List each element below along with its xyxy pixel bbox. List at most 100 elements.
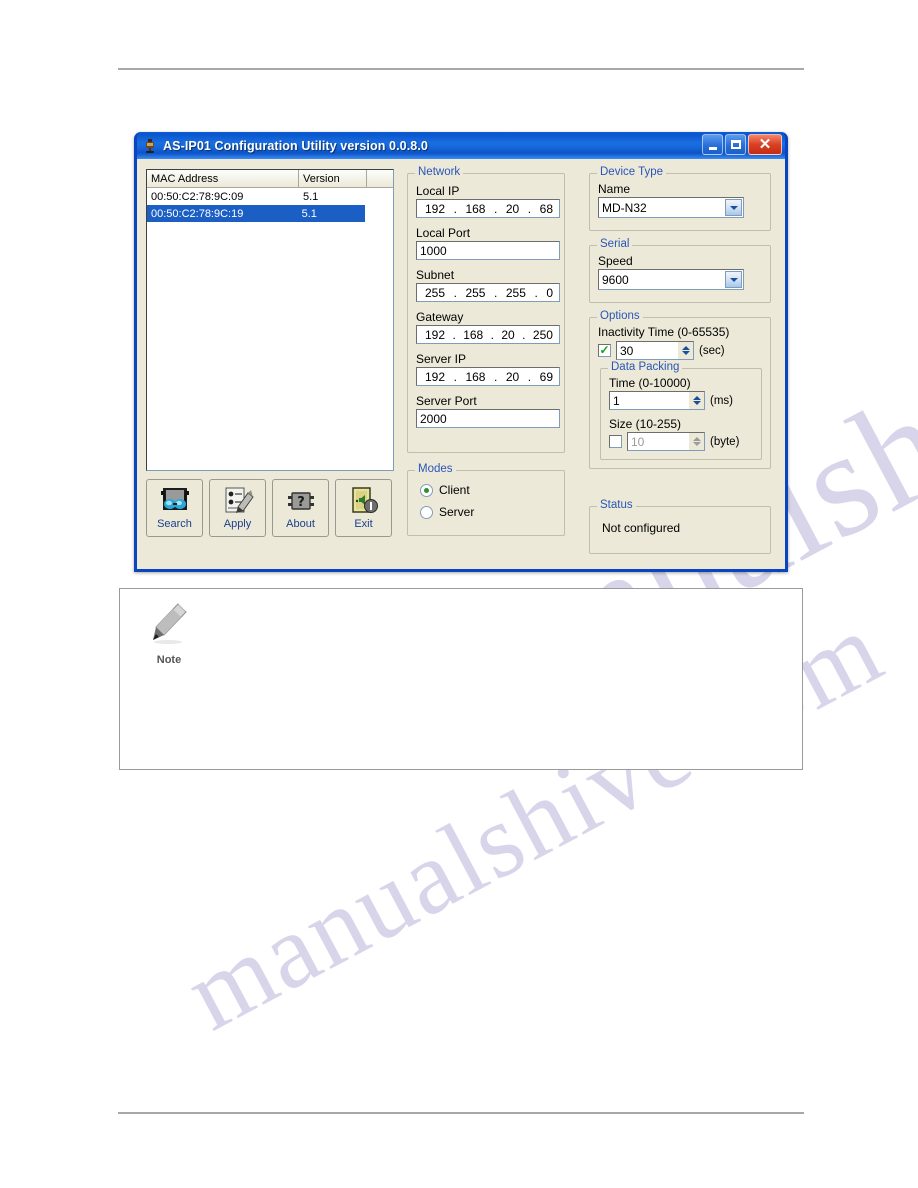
cell-mac: 00:50:C2:78:9C:09 [151, 190, 244, 203]
note-icon-wrap: Note [138, 601, 200, 666]
ip-separator: . [453, 201, 457, 216]
subnet-octet-1: 255 [425, 285, 446, 300]
local-port-label: Local Port [416, 226, 471, 240]
window-titlebar[interactable]: AS-IP01 Configuration Utility version 0.… [137, 132, 785, 159]
minimize-icon [708, 146, 717, 150]
subnet-input[interactable]: 255 . 255 . 255 . 0 [416, 283, 560, 302]
arrow-down-glyph [729, 277, 738, 282]
mode-client-option[interactable]: Client [420, 483, 474, 497]
device-list[interactable]: MAC Address Version 00:50:C2:78:9C:09 5.… [146, 169, 394, 471]
column-header-mac[interactable]: MAC Address [147, 170, 299, 187]
device-name-select[interactable]: MD-N32 [598, 197, 744, 218]
subnet-octet-4: 0 [546, 285, 553, 300]
ip-separator: . [494, 285, 498, 300]
gateway-octet-4: 250 [532, 327, 553, 342]
device-type-group: Device Type Name MD-N32 [589, 166, 771, 231]
modes-group: Modes Client Server [407, 463, 565, 536]
spinner-arrows[interactable] [689, 433, 704, 450]
gateway-label: Gateway [416, 310, 464, 324]
table-row[interactable]: 00:50:C2:78:9C:09 5.1 [147, 188, 393, 205]
page-header-rule [118, 68, 804, 70]
gateway-octet-2: 168 [463, 327, 484, 342]
status-group: Status Not configured [589, 499, 771, 554]
chevron-down-icon[interactable] [725, 271, 742, 288]
arrow-down-glyph [729, 205, 738, 210]
radio-dot [424, 487, 429, 493]
arrow-down-glyph [692, 442, 701, 446]
exit-button[interactable]: Exit [335, 479, 392, 537]
packing-time-unit: (ms) [710, 394, 733, 407]
inactivity-enable-checkbox[interactable]: ✓ [598, 344, 611, 357]
gateway-octet-3: 20 [501, 327, 515, 342]
mode-server-option[interactable]: Server [420, 505, 474, 519]
local-ip-input[interactable]: 192 . 168 . 20 . 68 [416, 199, 560, 218]
close-icon: ✕ [758, 136, 772, 153]
device-name-value: MD-N32 [602, 200, 647, 215]
inactivity-time-row: ✓ 30 (sec) [598, 341, 766, 360]
check-icon: ✓ [599, 343, 610, 357]
packing-size-enable-checkbox[interactable] [609, 435, 622, 448]
gateway-input[interactable]: 192 . 168 . 20 . 250 [416, 325, 560, 344]
close-button[interactable]: ✕ [748, 134, 782, 155]
ip-separator: . [494, 201, 498, 216]
svg-text:?: ? [297, 495, 305, 510]
ip-separator: . [534, 285, 538, 300]
local-ip-octet-2: 168 [465, 201, 486, 216]
cell-mac: 00:50:C2:78:9C:19 [151, 207, 244, 220]
data-packing-group: Data Packing Time (0-10000) 1 (ms) Size … [600, 361, 762, 460]
spinner-arrows[interactable] [689, 392, 704, 409]
arrow-up-glyph [692, 396, 701, 400]
apply-button[interactable]: Apply [209, 479, 266, 537]
page-footer-rule [118, 1112, 804, 1114]
radio-server-icon[interactable] [420, 505, 433, 519]
packing-size-stepper[interactable]: 10 [627, 432, 705, 451]
ip-separator: . [527, 369, 532, 384]
packing-size-label: Size (10-255) [609, 417, 682, 431]
server-port-label: Server Port [416, 394, 477, 408]
mode-server-label: Server [439, 505, 475, 519]
maximize-button[interactable] [725, 134, 746, 155]
about-button-label: About [286, 518, 315, 530]
maximize-icon [730, 140, 741, 149]
subnet-octet-2: 255 [465, 285, 486, 300]
radio-client-icon[interactable] [420, 483, 433, 497]
apply-pencil-icon [222, 485, 254, 517]
subnet-label: Subnet [416, 268, 455, 282]
local-port-input[interactable]: 1000 [416, 241, 560, 260]
status-text: Not configured [602, 521, 681, 535]
ip-separator: . [452, 327, 456, 342]
device-name-label: Name [598, 182, 631, 196]
cell-version: 5.1 [301, 207, 317, 220]
local-ip-octet-1: 192 [425, 201, 446, 216]
exit-door-icon [348, 485, 380, 517]
device-type-group-legend: Device Type [597, 166, 667, 178]
ip-separator: . [527, 201, 532, 216]
server-ip-input[interactable]: 192 . 168 . 20 . 69 [416, 367, 560, 386]
search-button[interactable]: Search [146, 479, 203, 537]
spinner-arrows[interactable] [678, 342, 693, 359]
packing-size-unit: (byte) [710, 435, 740, 448]
serial-speed-select[interactable]: 9600 [598, 269, 744, 290]
column-header-version[interactable]: Version [299, 170, 367, 187]
serial-speed-value: 9600 [602, 272, 629, 287]
minimize-button[interactable] [702, 134, 723, 155]
ip-separator: . [453, 285, 457, 300]
ip-separator: . [490, 327, 494, 342]
about-button[interactable]: ? About [272, 479, 329, 537]
inactivity-time-stepper[interactable]: 30 [616, 341, 694, 360]
local-ip-octet-4: 68 [539, 201, 553, 216]
chevron-down-icon[interactable] [725, 199, 742, 216]
packing-time-stepper[interactable]: 1 [609, 391, 705, 410]
network-group: Network Local IP 192 . 168 . 20 . 68 Loc… [407, 166, 565, 453]
arrow-down-glyph [681, 351, 690, 355]
config-utility-window: AS-IP01 Configuration Utility version 0.… [134, 132, 788, 572]
server-ip-label: Server IP [416, 352, 467, 366]
ip-separator: . [522, 327, 526, 342]
search-button-label: Search [157, 518, 192, 530]
network-group-legend: Network [415, 166, 464, 178]
options-group-legend: Options [597, 310, 643, 322]
ip-separator: . [494, 369, 498, 384]
server-port-input[interactable]: 2000 [416, 409, 560, 428]
column-header-blank[interactable] [367, 170, 393, 187]
table-row[interactable]: 00:50:C2:78:9C:19 5.1 [147, 205, 365, 222]
